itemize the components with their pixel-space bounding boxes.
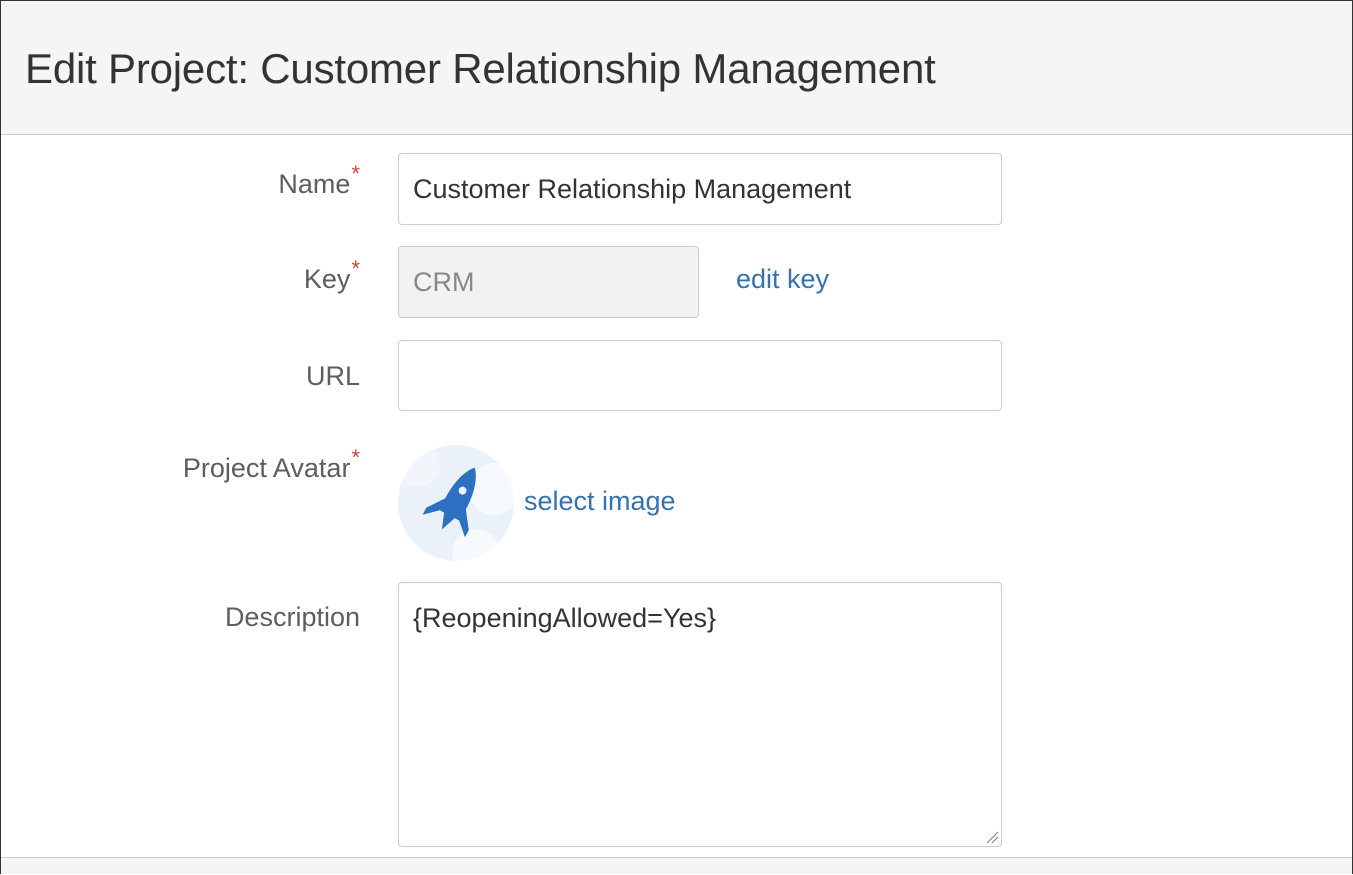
dialog-title: Edit Project: Customer Relationship Mana…: [25, 45, 936, 92]
rocket-icon: [398, 445, 514, 561]
name-label: Name*: [278, 161, 360, 200]
edit-key-link[interactable]: edit key: [736, 264, 829, 295]
name-required-marker: *: [351, 161, 360, 186]
dialog-header: Edit Project: Customer Relationship Mana…: [1, 1, 1352, 135]
description-label-text: Description: [224, 602, 360, 632]
project-avatar[interactable]: [398, 445, 514, 561]
key-label-text: Key: [303, 264, 351, 294]
select-image-link[interactable]: select image: [524, 486, 676, 517]
url-label-text: URL: [305, 361, 360, 391]
resize-handle-icon[interactable]: [985, 830, 999, 844]
key-required-marker: *: [351, 256, 360, 281]
project-avatar-label: Project Avatar*: [182, 445, 360, 484]
key-input: [398, 246, 699, 318]
url-label: URL: [306, 361, 360, 392]
name-label-text: Name: [278, 169, 351, 199]
description-textarea[interactable]: {ReopeningAllowed=Yes}: [398, 582, 1002, 847]
edit-project-dialog: Edit Project: Customer Relationship Mana…: [0, 0, 1353, 874]
name-input[interactable]: [398, 153, 1002, 225]
project-avatar-label-text: Project Avatar: [182, 453, 351, 483]
key-label: Key*: [303, 256, 360, 295]
url-input[interactable]: [398, 340, 1002, 411]
avatar-required-marker: *: [351, 445, 360, 470]
dialog-footer: [1, 857, 1352, 874]
description-label: Description: [225, 602, 360, 633]
